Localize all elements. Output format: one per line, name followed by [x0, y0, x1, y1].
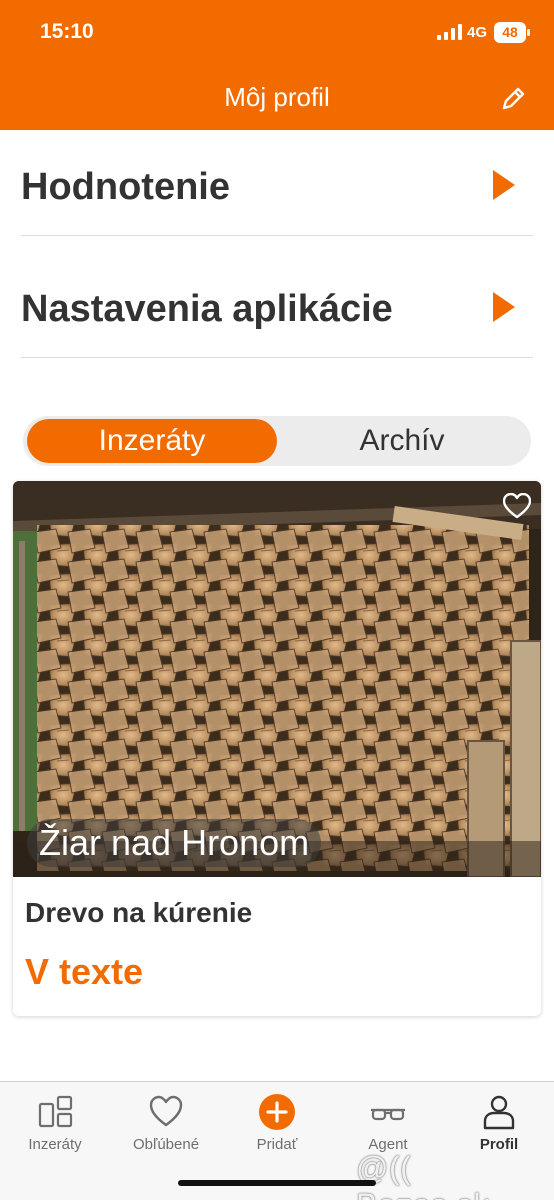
grid-icon [38, 1095, 73, 1128]
location-badge: Žiar nad Hronom [27, 819, 322, 867]
menu-item-hodnotenie[interactable]: Hodnotenie [21, 140, 533, 236]
segment-inzeraty[interactable]: Inzeráty [27, 419, 277, 463]
tab-label: Inzeráty [28, 1136, 82, 1153]
segment-archiv[interactable]: Archív [277, 419, 527, 463]
listing-card[interactable]: Žiar nad Hronom Drevo na kúrenie V texte [13, 481, 541, 1016]
menu-item-label: Hodnotenie [21, 166, 230, 208]
home-indicator[interactable] [178, 1180, 376, 1186]
page-title: Môj profil [224, 82, 330, 112]
person-icon [483, 1095, 515, 1130]
plus-circle-icon [259, 1094, 295, 1130]
chevron-right-icon [493, 170, 515, 200]
battery-level: 48 [502, 24, 518, 40]
chevron-right-icon [493, 292, 515, 322]
status-bar: 15:10 4G 48 [0, 0, 554, 64]
menu-item-nastavenia[interactable]: Nastavenia aplikácie [21, 262, 533, 358]
listing-photo [13, 481, 541, 877]
tab-label: Pridať [256, 1136, 298, 1153]
heart-icon [149, 1095, 183, 1127]
glasses-icon [371, 1108, 405, 1121]
pencil-icon[interactable] [498, 84, 528, 114]
listing-price: V texte [25, 951, 144, 992]
heart-outline-icon[interactable] [503, 493, 531, 519]
tab-label: Obľúbené [132, 1136, 200, 1153]
signal-icon [437, 24, 462, 40]
listing-title[interactable]: Drevo na kúrenie [25, 897, 252, 929]
watermark: @(( Bazos.sk [356, 1150, 489, 1200]
menu-item-label: Nastavenia aplikácie [21, 288, 393, 330]
app-header: 15:10 4G 48 Môj profil [0, 0, 554, 130]
status-time: 15:10 [40, 20, 94, 43]
tab-inzeraty[interactable]: Inzeráty [0, 1082, 110, 1200]
segmented-control: Inzeráty Archív [23, 416, 531, 466]
network-type: 4G [467, 24, 488, 41]
